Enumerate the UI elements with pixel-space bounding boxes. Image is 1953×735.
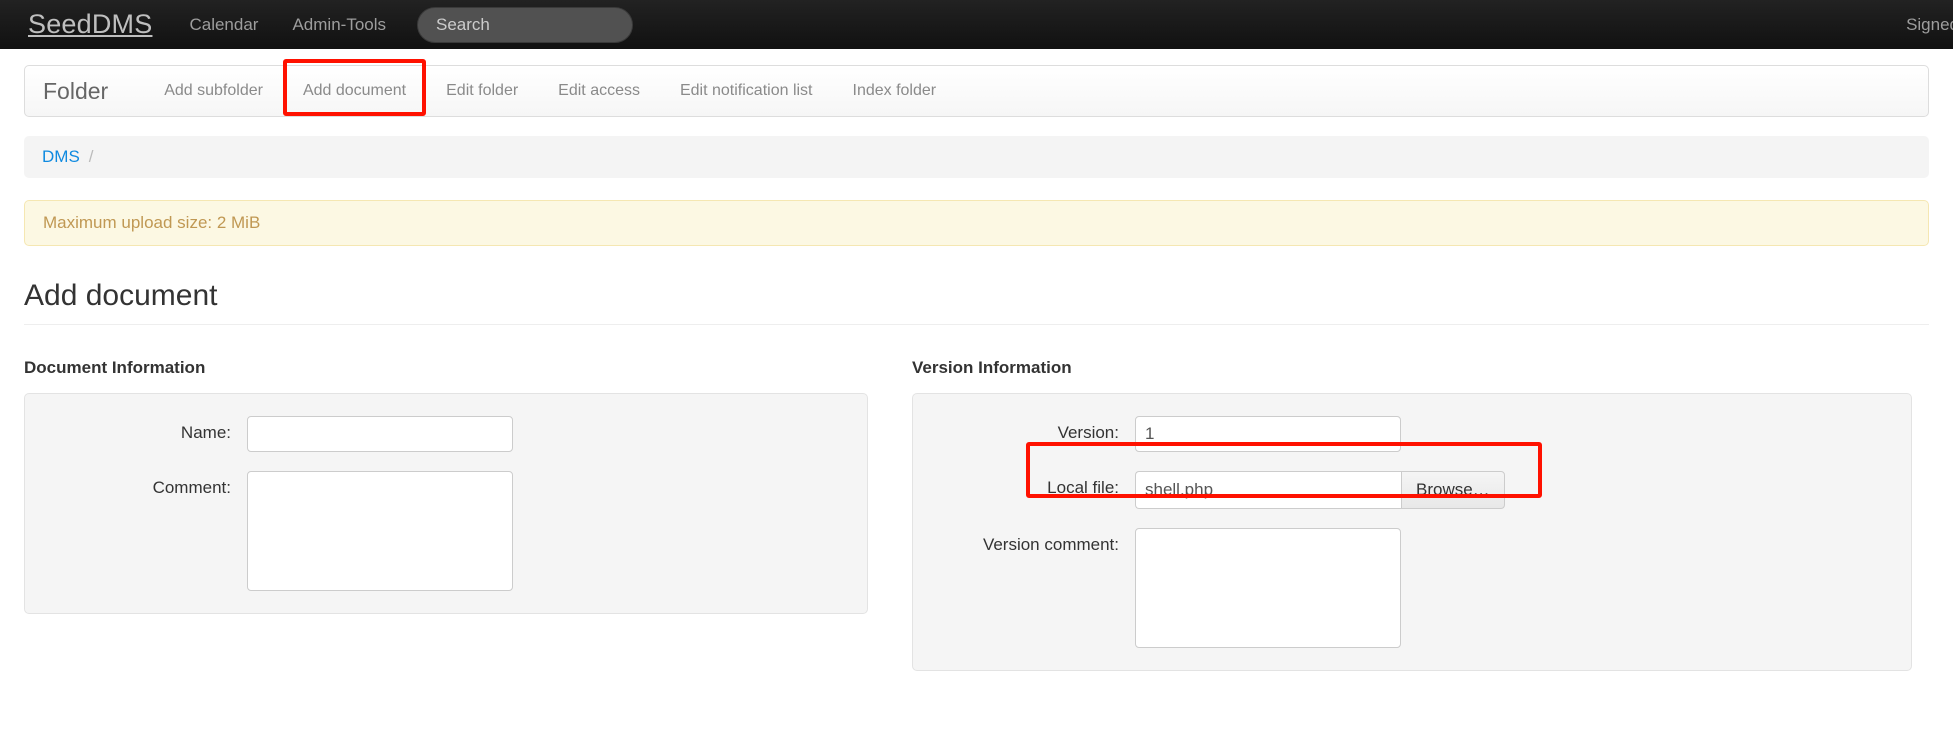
brand-logo[interactable]: SeedDMS <box>20 9 172 40</box>
tab-edit-notification-list[interactable]: Edit notification list <box>660 65 833 117</box>
field-row-version-comment: Version comment: <box>913 527 1911 648</box>
version-input[interactable] <box>1135 415 1401 452</box>
version-information-title: Version Information <box>912 357 1072 377</box>
version-comment-textarea[interactable] <box>1135 527 1401 648</box>
document-information-panel: Name: Comment: <box>24 392 868 614</box>
version-information-panel: Version: Local file: Browse… Version com… <box>912 392 1912 671</box>
breadcrumb-separator: / <box>88 147 94 166</box>
local-file-label: Local file: <box>1047 477 1119 497</box>
search-input[interactable]: Search <box>436 15 490 35</box>
nav-link-admin-tools[interactable]: Admin-Tools <box>275 15 403 35</box>
tab-index-folder[interactable]: Index folder <box>833 65 957 117</box>
tab-add-document[interactable]: Add document <box>283 65 426 117</box>
breadcrumb: DMS / <box>24 136 1929 178</box>
form-columns: Document Information Name: Comment: Vers… <box>24 358 1929 671</box>
name-label: Name: <box>180 422 231 442</box>
breadcrumb-item-dms[interactable]: DMS <box>42 147 80 167</box>
field-row-name: Name: <box>25 415 867 452</box>
comment-textarea[interactable] <box>247 470 513 591</box>
tab-bar-wrapper: Folder Add subfolder Add document Edit f… <box>24 59 1929 117</box>
version-comment-label: Version comment: <box>982 534 1119 554</box>
version-information-column: Version Information Version: Local file:… <box>912 358 1912 671</box>
version-label: Version: <box>1057 422 1119 442</box>
page-title: Add document <box>24 279 218 312</box>
folder-title: Folder <box>43 77 109 104</box>
tab-add-subfolder[interactable]: Add subfolder <box>144 65 283 117</box>
tab-edit-folder[interactable]: Edit folder <box>426 65 538 117</box>
upload-size-alert-text: Maximum upload size: 2 MiB <box>43 213 261 232</box>
tab-edit-access[interactable]: Edit access <box>538 65 660 117</box>
local-file-input[interactable] <box>1135 470 1401 509</box>
search-box[interactable]: Search <box>417 6 634 43</box>
comment-label: Comment: <box>152 477 231 497</box>
file-input-group: Browse… <box>1135 470 1505 509</box>
document-information-column: Document Information Name: Comment: <box>24 358 868 671</box>
signed-in-label[interactable]: Signed <box>1906 15 1953 35</box>
document-information-title: Document Information <box>24 357 206 377</box>
browse-button[interactable]: Browse… <box>1401 470 1505 509</box>
name-input[interactable] <box>247 415 513 452</box>
field-row-local-file: Local file: Browse… <box>913 470 1911 509</box>
tab-bar: Folder Add subfolder Add document Edit f… <box>24 65 1929 117</box>
page-header: Add document <box>24 277 1929 325</box>
navbar-right-group: Signed <box>1906 0 1953 49</box>
field-row-version: Version: <box>913 415 1911 452</box>
top-navbar: SeedDMS Calendar Admin-Tools Search Sign… <box>0 0 1953 49</box>
page-title-divider <box>24 323 1929 325</box>
nav-link-calendar[interactable]: Calendar <box>172 15 275 35</box>
field-row-comment: Comment: <box>25 470 867 591</box>
upload-size-alert: Maximum upload size: 2 MiB <box>24 200 1929 246</box>
